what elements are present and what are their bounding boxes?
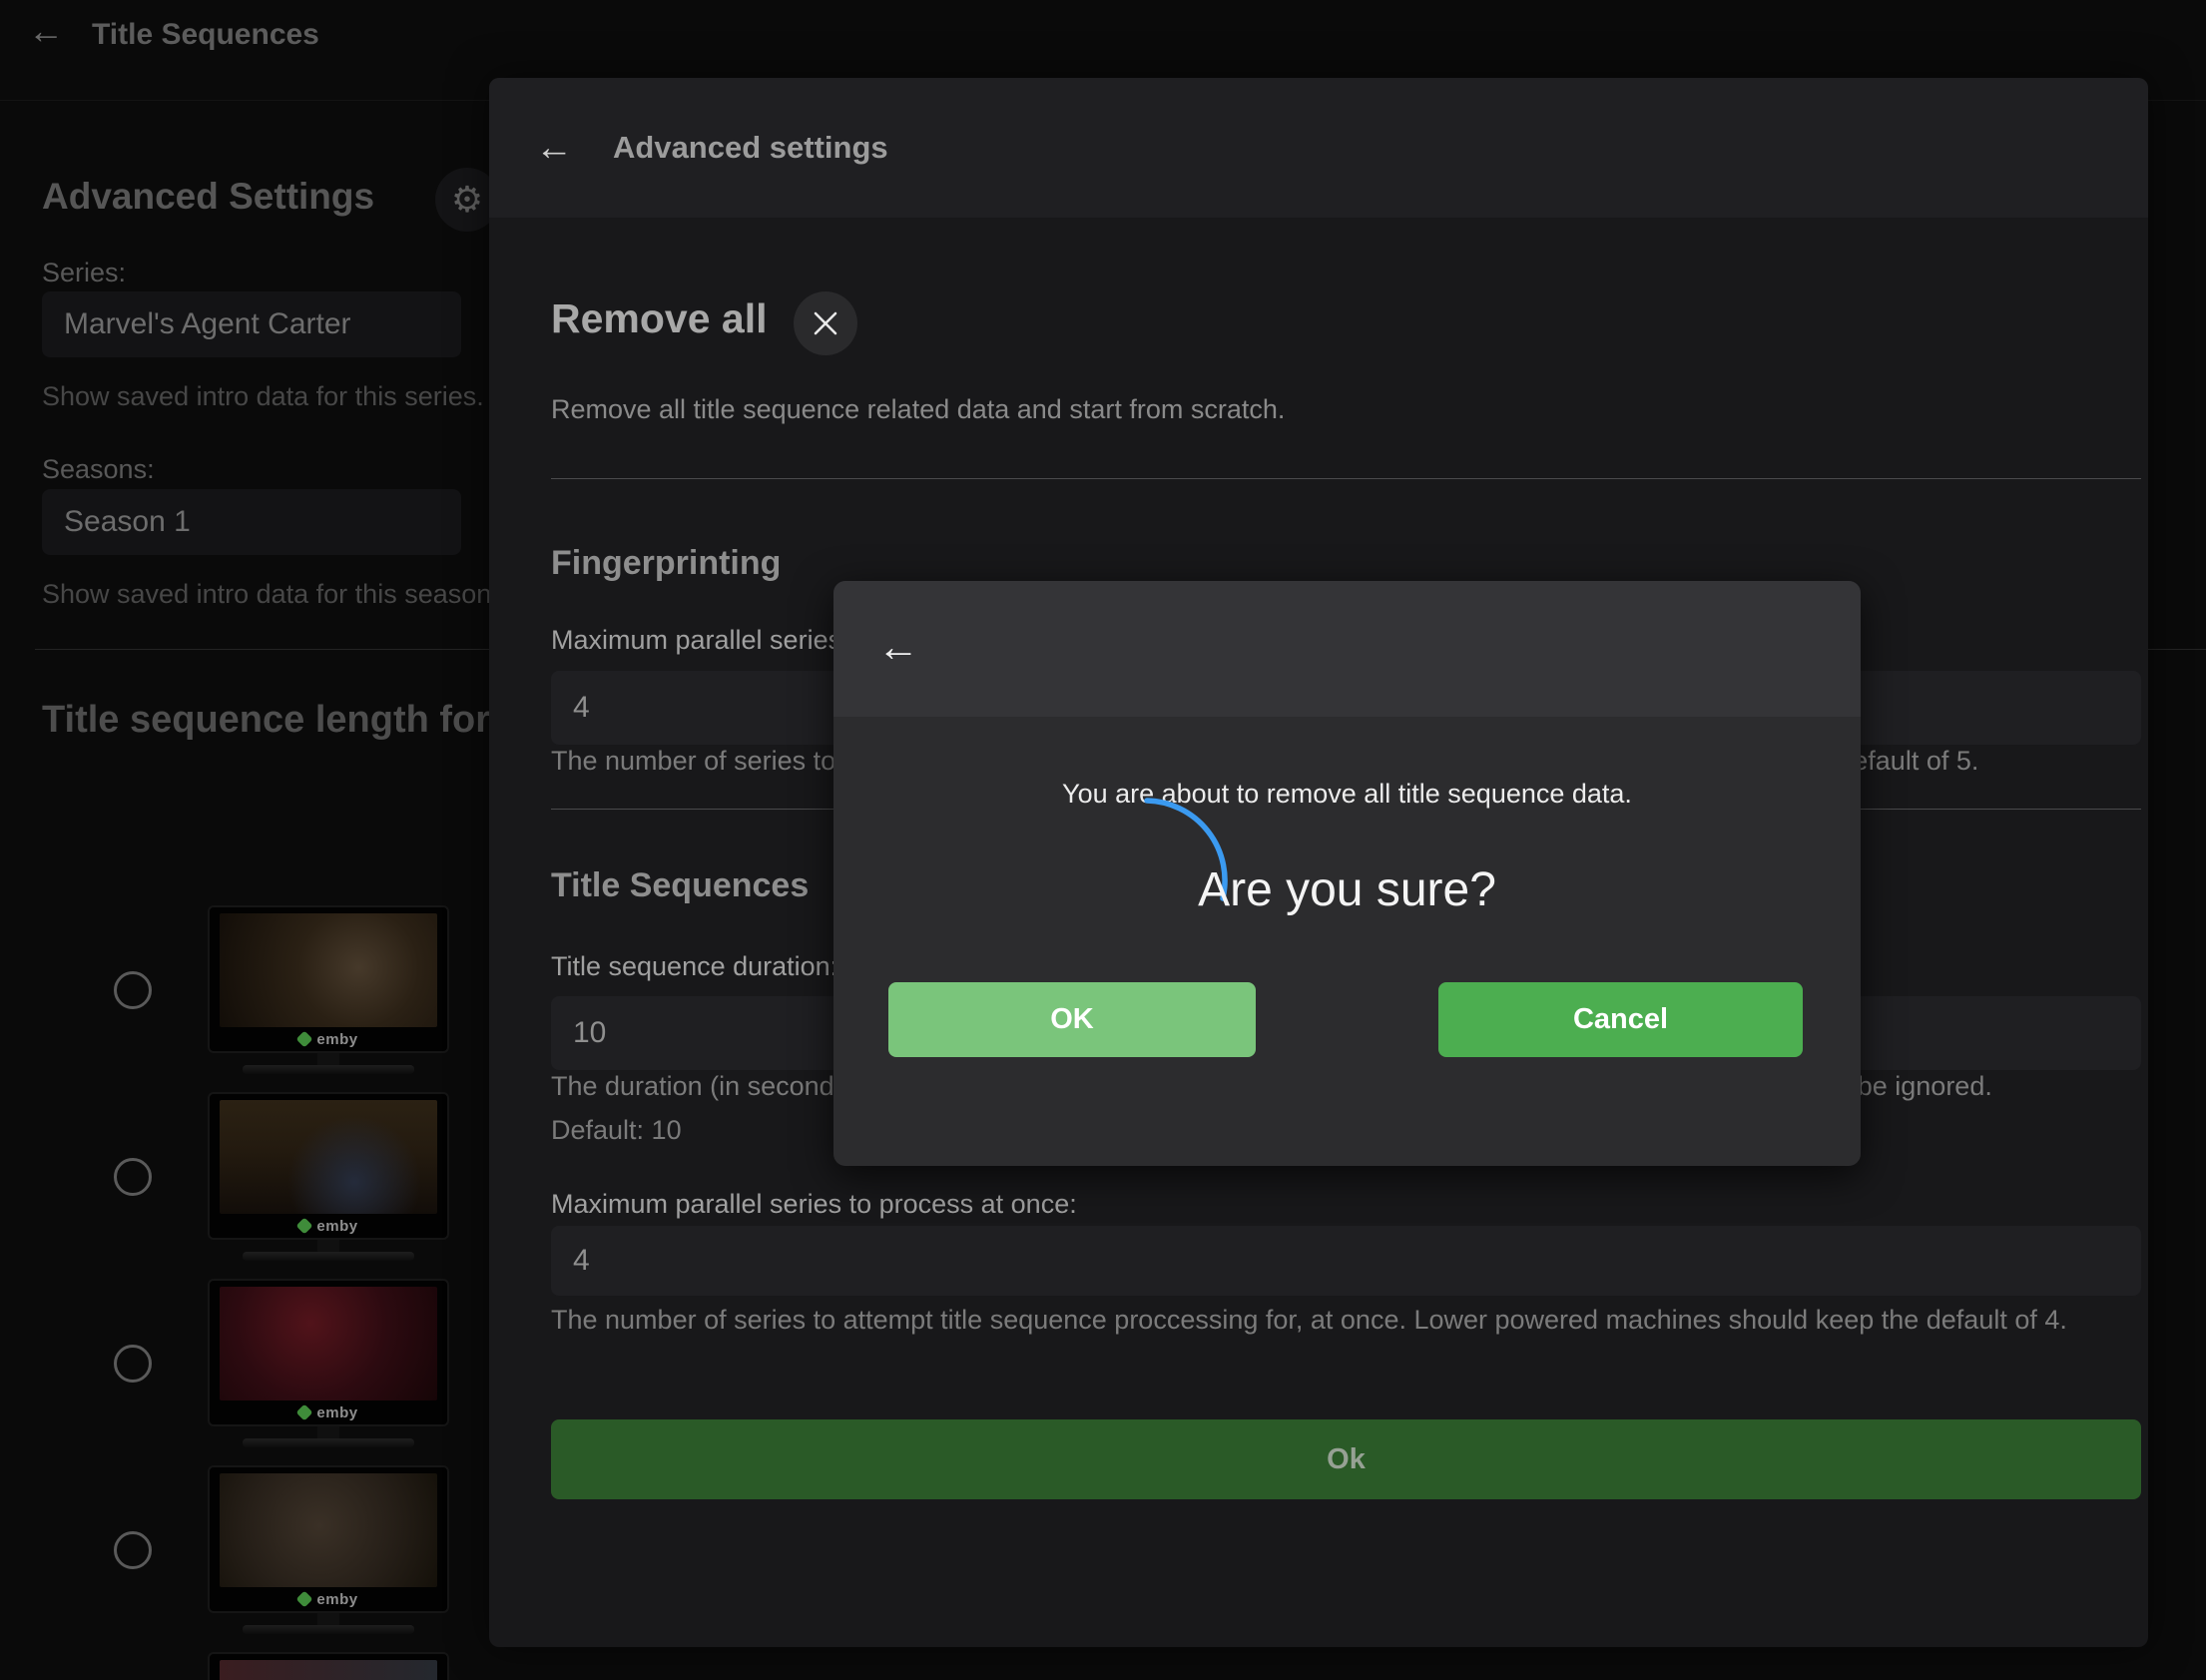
emby-diamond-icon bbox=[296, 1031, 313, 1048]
episode-radio[interactable] bbox=[114, 1531, 152, 1569]
episode-row: emby bbox=[114, 1277, 493, 1456]
episode-thumbnail[interactable]: emby bbox=[208, 1092, 449, 1261]
fingerprinting-heading: Fingerprinting bbox=[551, 544, 2141, 583]
dialog-cancel-label: Cancel bbox=[1573, 1003, 1668, 1036]
episode-radio[interactable] bbox=[114, 971, 152, 1009]
remove-all-close-button[interactable] bbox=[794, 291, 857, 355]
emby-diamond-icon bbox=[296, 1218, 313, 1235]
episode-thumbnail[interactable] bbox=[208, 1652, 449, 1680]
max-parallel-process-label: Maximum parallel series to process at on… bbox=[551, 1189, 2141, 1220]
tv-stand-base bbox=[243, 1625, 414, 1634]
modal-title: Advanced settings bbox=[613, 130, 888, 166]
emby-logo-text: emby bbox=[316, 1404, 357, 1421]
episode-thumbnail[interactable]: emby bbox=[208, 1279, 449, 1447]
modal-back-arrow-icon[interactable]: ← bbox=[535, 127, 573, 170]
episode-screenshot bbox=[220, 1660, 437, 1680]
series-help-text: Show saved intro data for this series. bbox=[42, 381, 484, 412]
max-parallel-process-value: 4 bbox=[573, 1226, 2141, 1296]
series-select[interactable]: Marvel's Agent Carter bbox=[42, 291, 461, 357]
dialog-message: You are about to remove all title sequen… bbox=[833, 779, 1861, 810]
emby-logo: emby bbox=[220, 1587, 437, 1611]
max-parallel-process-help-text: The number of series to attempt title se… bbox=[551, 1298, 2141, 1343]
tv-stand-neck bbox=[317, 1240, 339, 1252]
episode-screenshot bbox=[220, 1473, 437, 1587]
episode-row bbox=[114, 1650, 493, 1680]
episode-thumbnail[interactable]: emby bbox=[208, 1465, 449, 1634]
dialog-cancel-button[interactable]: Cancel bbox=[1438, 982, 1803, 1057]
seasons-select[interactable]: Season 1 bbox=[42, 489, 461, 555]
modal-header: ← Advanced settings bbox=[489, 78, 2148, 218]
app-window: ← Title Sequences Advanced Settings ⚙ Se… bbox=[0, 0, 2206, 1680]
emby-logo-text: emby bbox=[316, 1031, 357, 1048]
episode-row: emby bbox=[114, 903, 493, 1083]
confirm-dialog: ← You are about to remove all title sequ… bbox=[833, 581, 1861, 1166]
modal-ok-label: Ok bbox=[1327, 1443, 1366, 1476]
tv-stand-neck bbox=[317, 1426, 339, 1438]
episode-screenshot bbox=[220, 913, 437, 1027]
tv-frame: emby bbox=[208, 1092, 449, 1240]
emby-logo-text: emby bbox=[316, 1591, 357, 1608]
max-parallel-process-input[interactable]: 4 bbox=[551, 1226, 2141, 1296]
page-back-arrow-icon[interactable]: ← bbox=[28, 10, 64, 52]
tv-stand-neck bbox=[317, 1613, 339, 1625]
tv-frame: emby bbox=[208, 1465, 449, 1613]
tv-stand-base bbox=[243, 1438, 414, 1447]
page-title: Title Sequences bbox=[92, 18, 319, 52]
episode-screenshot bbox=[220, 1287, 437, 1400]
emby-logo-text: emby bbox=[316, 1218, 357, 1235]
dialog-ok-button[interactable]: OK bbox=[888, 982, 1256, 1057]
tv-frame bbox=[208, 1652, 449, 1680]
episode-row: emby bbox=[114, 1463, 493, 1643]
series-value: Marvel's Agent Carter bbox=[64, 291, 461, 357]
tv-frame: emby bbox=[208, 1279, 449, 1426]
series-label: Series: bbox=[42, 258, 126, 288]
episode-thumbnail[interactable]: emby bbox=[208, 905, 449, 1074]
dialog-header: ← bbox=[833, 581, 1861, 717]
episode-radio[interactable] bbox=[114, 1158, 152, 1196]
modal-ok-button[interactable]: Ok bbox=[551, 1419, 2141, 1499]
seasons-value: Season 1 bbox=[64, 489, 461, 555]
episode-row: emby bbox=[114, 1090, 493, 1270]
dialog-ok-label: OK bbox=[1050, 1003, 1094, 1036]
emby-diamond-icon bbox=[296, 1591, 313, 1608]
remove-all-heading: Remove all bbox=[551, 295, 768, 342]
close-icon bbox=[813, 310, 838, 336]
advanced-settings-heading: Advanced Settings bbox=[42, 176, 374, 218]
remove-all-description: Remove all title sequence related data a… bbox=[551, 394, 2141, 425]
divider bbox=[551, 478, 2141, 479]
episode-screenshot bbox=[220, 1100, 437, 1214]
emby-diamond-icon bbox=[296, 1404, 313, 1421]
emby-logo: emby bbox=[220, 1400, 437, 1424]
dialog-question: Are you sure? bbox=[833, 862, 1861, 917]
emby-logo: emby bbox=[220, 1214, 437, 1238]
tv-frame: emby bbox=[208, 905, 449, 1053]
tv-stand-base bbox=[243, 1065, 414, 1074]
episode-radio[interactable] bbox=[114, 1345, 152, 1383]
seasons-help-text: Show saved intro data for this season. bbox=[42, 579, 499, 610]
tv-stand-neck bbox=[317, 1053, 339, 1065]
gear-icon: ⚙ bbox=[451, 182, 483, 218]
emby-logo: emby bbox=[220, 1027, 437, 1051]
seasons-label: Seasons: bbox=[42, 454, 155, 485]
tv-stand-base bbox=[243, 1252, 414, 1261]
dialog-back-arrow-icon[interactable]: ← bbox=[877, 623, 919, 671]
